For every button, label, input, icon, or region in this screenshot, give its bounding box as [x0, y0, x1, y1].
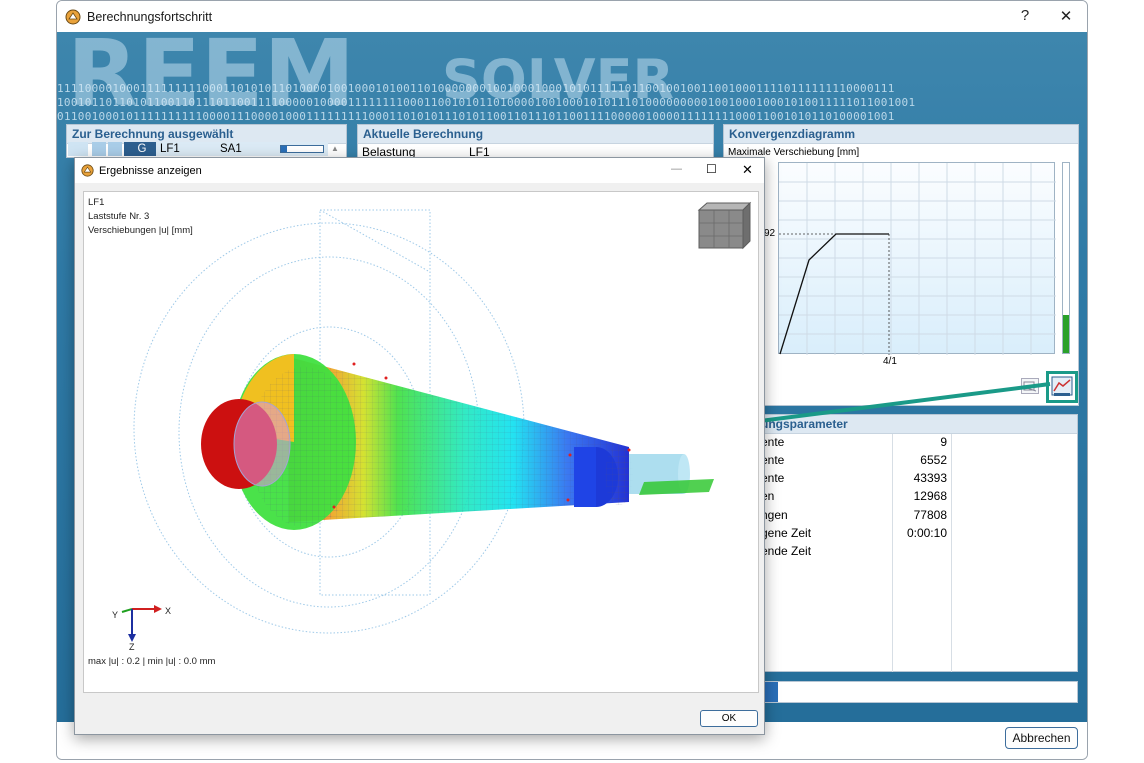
close-button[interactable]: ✕	[1056, 7, 1076, 25]
convergence-title: Konvergenzdiagramm	[724, 125, 1078, 144]
row-loadcase-cell: LF1	[156, 142, 216, 156]
calculation-parameters-panel: ungsparameter ente 9 ente 6552 ente 43393 e…	[760, 414, 1078, 672]
maximize-button[interactable]: ☐	[706, 162, 717, 176]
binary-row-1: 1111000010001111111110001101010110100001…	[57, 82, 895, 95]
axis-y-label: Y	[112, 610, 119, 620]
results-window: Ergebnisse anzeigen — ☐ ✕ LF1 Laststufe …	[74, 157, 765, 735]
ok-button[interactable]: OK	[700, 710, 758, 727]
results-title: Ergebnisse anzeigen	[99, 164, 202, 177]
current-panel-title: Aktuelle Berechnung	[358, 125, 713, 144]
param-row: ente 43393	[761, 471, 947, 485]
convergence-chart	[778, 162, 1056, 355]
axis-x-label: X	[165, 606, 172, 616]
results-title-bar: Ergebnisse anzeigen — ☐ ✕	[75, 158, 764, 183]
y-tick-label: 92	[764, 228, 776, 239]
app-logo-icon	[81, 164, 94, 177]
axis-z-label: Z	[129, 642, 135, 652]
convergence-progress-bar	[1062, 162, 1070, 354]
app-logo-icon	[65, 9, 81, 24]
results-close-button[interactable]: ✕	[742, 162, 753, 178]
row-analysis-cell: SA1	[216, 142, 276, 156]
axis-triad	[121, 605, 162, 642]
row-type-cell: G	[124, 142, 156, 156]
annotation-arrow-icon	[730, 382, 1051, 433]
param-row: ende Zeit	[761, 544, 812, 558]
param-row: ngen 77808	[761, 508, 947, 522]
param-row: ente 6552	[761, 453, 947, 467]
result-summary-text: max |u| : 0.2 | min |u| : 0.0 mm	[88, 656, 216, 667]
current-calculation-panel: Aktuelle Berechnung Belastung LF1	[357, 124, 714, 159]
binary-row-3: 0110010001011111111110000111000010001111…	[57, 110, 895, 123]
view-cube-icon	[697, 201, 752, 250]
results-3d-viewport[interactable]: LF1 Laststufe Nr. 3 Verschiebungen |u| […	[83, 191, 759, 693]
binary-row-2: 1001011011010110011011101100111100000100…	[57, 96, 916, 109]
selected-row[interactable]: G LF1 SA1 ▲	[68, 142, 344, 156]
cancel-button[interactable]: Abbrechen	[1005, 727, 1078, 749]
convergence-plot	[779, 163, 1056, 355]
title-bar: Berechnungsfortschritt ? ✕	[57, 1, 1087, 32]
param-row: en 12968	[761, 489, 947, 503]
progress-fill	[1063, 315, 1069, 353]
x-tick-label: 4/1	[883, 356, 897, 367]
deformed-model-view	[121, 201, 752, 642]
scroll-up-icon[interactable]: ▲	[328, 142, 342, 156]
minimize-button[interactable]: —	[671, 163, 682, 175]
status-field	[760, 681, 1078, 703]
row-progress	[276, 142, 328, 156]
help-button[interactable]: ?	[1015, 7, 1035, 24]
param-row: gene Zeit 0:00:10	[761, 526, 947, 540]
window-title: Berechnungsfortschritt	[87, 9, 213, 24]
